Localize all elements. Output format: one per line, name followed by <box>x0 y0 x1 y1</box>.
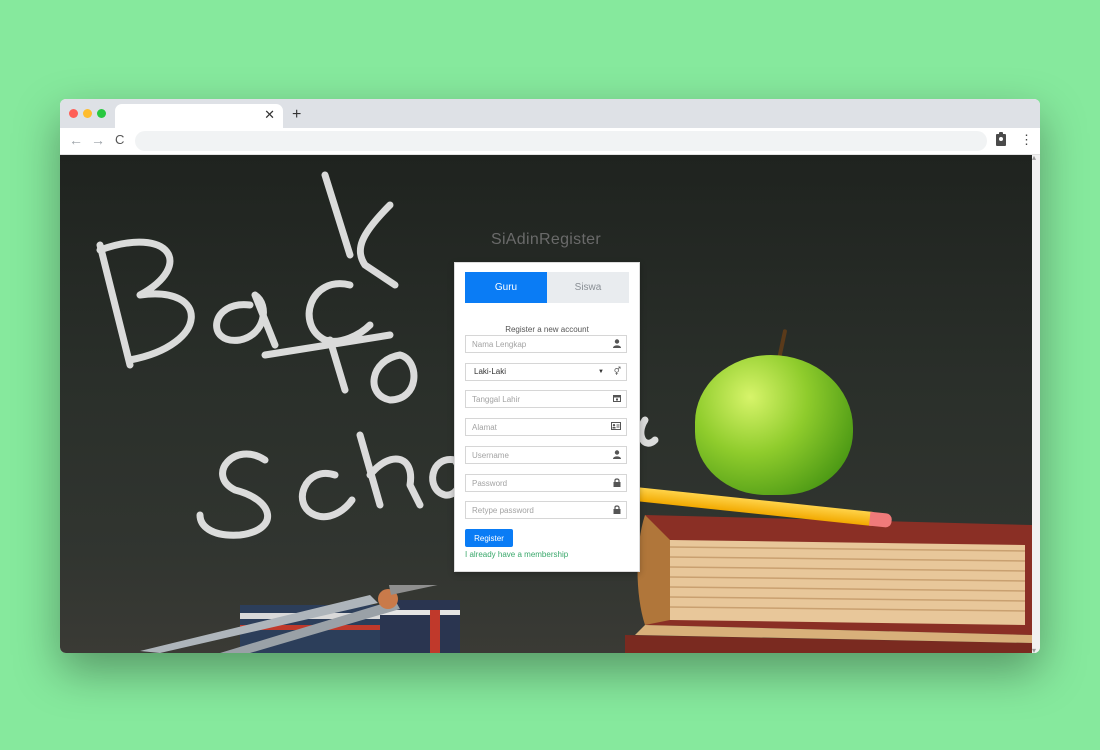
page-viewport: SiAdinRegister Guru Siswa Register a new… <box>60 155 1032 653</box>
maximize-window-button[interactable] <box>97 109 106 118</box>
register-card: Guru Siswa Register a new account Laki-L… <box>454 262 640 572</box>
user-icon <box>613 450 621 462</box>
chevron-down-icon: ▼ <box>598 369 604 375</box>
minimize-window-button[interactable] <box>83 109 92 118</box>
password-input[interactable] <box>466 475 612 491</box>
tab-strip: ✕ + <box>60 99 1040 128</box>
close-window-button[interactable] <box>69 109 78 118</box>
full-name-input[interactable] <box>466 336 612 352</box>
reload-icon[interactable]: C <box>115 132 124 148</box>
tab-close-icon[interactable]: ✕ <box>264 107 275 123</box>
membership-link[interactable]: I already have a membership <box>465 550 568 559</box>
address-field <box>465 418 627 436</box>
birth-date-field <box>465 390 627 408</box>
clipboard-extension-icon[interactable] <box>996 132 1006 146</box>
role-tabs: Guru Siswa <box>465 272 629 303</box>
address-bar[interactable] <box>135 131 987 151</box>
app-title: SiAdinRegister <box>490 231 602 248</box>
gender-icon: ⚥ <box>613 367 621 376</box>
browser-tab[interactable]: ✕ <box>115 104 283 128</box>
gender-select[interactable]: Laki-Laki ▼ ⚥ <box>465 363 627 381</box>
calendar-icon <box>613 394 621 405</box>
register-button[interactable]: Register <box>465 529 513 547</box>
new-tab-button[interactable]: + <box>292 106 301 124</box>
vertical-scrollbar[interactable] <box>1032 153 1040 653</box>
browser-window: ✕ + ← → C ⋮ SiAdinRegister Guru Siswa Re… <box>60 99 1040 653</box>
birth-date-input[interactable] <box>466 391 612 407</box>
compass-and-eraser-decoration <box>140 585 460 653</box>
user-icon <box>613 339 621 351</box>
back-arrow-icon[interactable]: ← <box>69 132 83 148</box>
password-field <box>465 474 627 492</box>
full-name-field <box>465 335 627 353</box>
gender-value: Laki-Laki <box>474 367 507 376</box>
username-field <box>465 446 627 464</box>
lock-icon <box>613 505 621 517</box>
id-card-icon <box>611 422 621 433</box>
forward-arrow-icon[interactable]: → <box>91 132 105 148</box>
lock-icon <box>613 478 621 490</box>
browser-toolbar: ← → C ⋮ <box>60 128 1040 155</box>
retype-password-field <box>465 501 627 519</box>
retype-password-input[interactable] <box>466 502 612 518</box>
browser-menu-icon[interactable]: ⋮ <box>1020 133 1033 147</box>
tab-guru[interactable]: Guru <box>465 272 547 303</box>
form-caption: Register a new account <box>505 325 589 334</box>
username-input[interactable] <box>466 447 612 463</box>
address-input[interactable] <box>466 419 612 435</box>
tab-siswa[interactable]: Siswa <box>547 272 629 303</box>
green-apple-decoration <box>695 355 853 495</box>
